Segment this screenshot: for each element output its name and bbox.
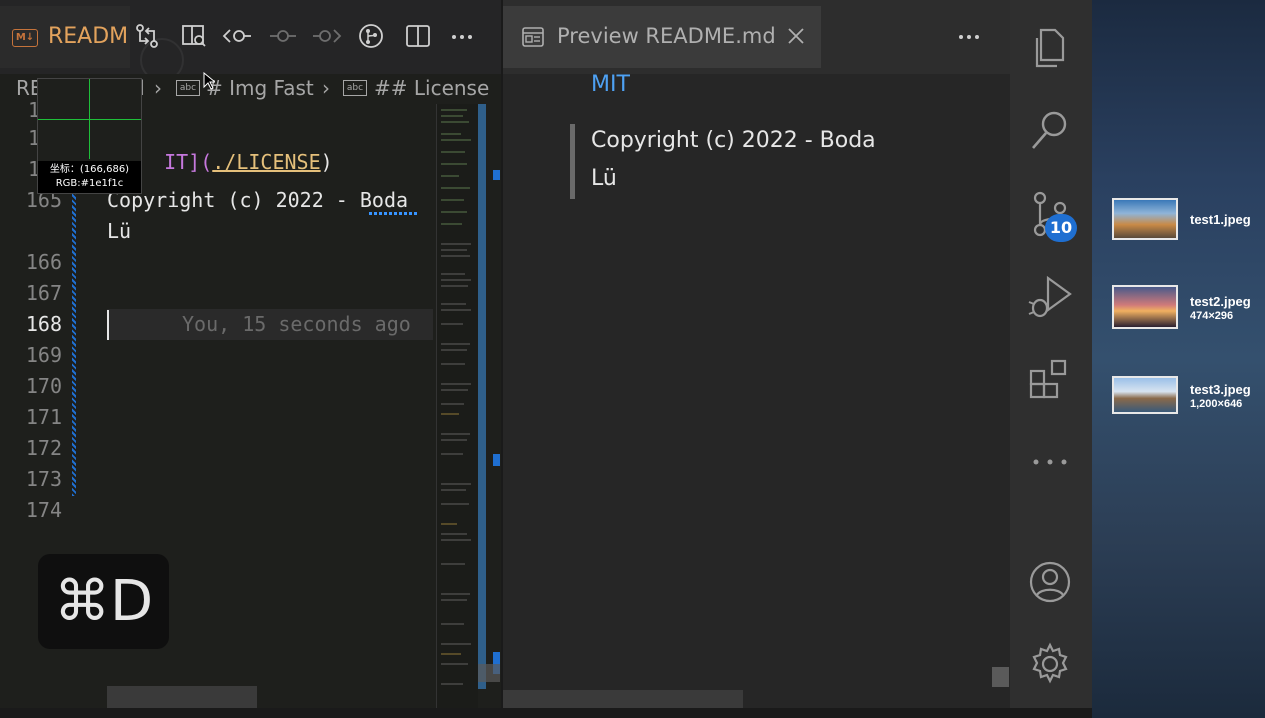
desktop-file-icon[interactable]	[1112, 376, 1178, 414]
line-number: 166	[25, 250, 62, 274]
split-editor-icon[interactable]	[404, 22, 432, 50]
shortcut-key: ⌘D	[53, 569, 154, 634]
code-line[interactable]: Copyright (c) 2022 - Boda	[107, 188, 408, 212]
line-number: 1	[27, 98, 40, 122]
chevron-right-icon: ›	[154, 76, 162, 100]
more-actions-icon[interactable]	[449, 22, 477, 50]
image-thumbnail	[1112, 285, 1178, 329]
preview-more-actions-icon[interactable]	[956, 26, 984, 46]
open-preview-side-icon[interactable]	[180, 22, 208, 50]
line-number: 172	[25, 436, 62, 460]
desktop-file-dimensions: 1,200×646	[1190, 398, 1243, 410]
image-thumbnail	[1112, 198, 1178, 240]
settings-icon[interactable]	[1028, 642, 1072, 686]
symbol-string-icon: abc	[176, 80, 200, 96]
code-text: Copyright (c) 2022 - Boda	[107, 188, 409, 212]
search-icon[interactable]	[1028, 106, 1072, 154]
preview-horizontal-scrollbar[interactable]	[503, 690, 743, 708]
code-link[interactable]: ./LICENSE	[212, 150, 320, 174]
desktop-file-dimensions: 474×296	[1190, 310, 1234, 322]
preview-tab-title: Preview README.md	[557, 24, 776, 48]
files-icon[interactable]	[1028, 26, 1072, 70]
editor-tab-title: READM	[48, 24, 129, 49]
text-cursor	[107, 310, 109, 340]
line-number: 1	[27, 157, 40, 181]
line-number: 169	[25, 343, 62, 367]
scm-badge: 10	[1045, 214, 1077, 242]
git-blame-annotation: You, 15 seconds ago	[182, 312, 411, 336]
desktop-file-name: test1.jpeg	[1190, 212, 1251, 227]
scroll-thumb[interactable]	[478, 664, 500, 682]
breadcrumb-section-license[interactable]: ## License	[374, 76, 489, 100]
desktop-file-name: test2.jpeg	[1190, 294, 1251, 309]
editor-horizontal-scrollbar[interactable]	[107, 686, 257, 708]
breadcrumb-section-img-fast[interactable]: # Img Fast	[206, 76, 314, 100]
code-paren: )	[320, 150, 333, 174]
code-line-license[interactable]: IT](./LICENSE)	[140, 126, 333, 174]
image-thumbnail	[1112, 376, 1178, 414]
more-icon[interactable]	[1030, 452, 1070, 472]
close-icon[interactable]	[786, 26, 806, 46]
line-number: 1	[27, 126, 40, 150]
color-picker-overlay: 坐标：(166,686) RGB:#1e1f1c	[37, 78, 142, 194]
desktop-file-icon[interactable]	[1112, 198, 1178, 240]
keyboard-shortcut-overlay: ⌘D	[38, 554, 169, 649]
status-bar	[0, 708, 1092, 718]
desktop-background	[1092, 0, 1265, 718]
desktop-file-name: test3.jpeg	[1190, 382, 1251, 397]
go-back-icon[interactable]	[222, 22, 252, 50]
line-number: 173	[25, 467, 62, 491]
editor-scrollbar[interactable]	[478, 104, 500, 708]
scroll-track-marker	[478, 104, 486, 689]
symbol-string-icon: abc	[343, 80, 367, 96]
code-bracket-text: IT](	[164, 150, 213, 174]
color-picker-coords: 坐标：(166,686)	[49, 164, 130, 175]
line-number: 174	[25, 498, 62, 522]
commit-icon[interactable]	[268, 22, 298, 50]
preview-icon	[522, 26, 544, 48]
preview-scroll-thumb[interactable]	[992, 667, 1009, 687]
code-line-wrap[interactable]: Lü	[107, 219, 131, 243]
mouse-pointer-icon	[203, 71, 217, 90]
blockquote-line: Lü	[591, 166, 617, 191]
run-debug-icon[interactable]	[1026, 272, 1074, 320]
scroll-change-marker	[493, 170, 500, 180]
desktop-file-icon[interactable]	[1112, 285, 1178, 329]
account-icon[interactable]	[1028, 560, 1072, 604]
preview-pane	[503, 0, 1010, 718]
go-forward-icon[interactable]	[312, 22, 342, 50]
extensions-icon[interactable]	[1028, 358, 1072, 402]
line-number-active: 168	[25, 312, 62, 336]
blockquote-bar	[570, 124, 575, 199]
color-picker-info: 坐标：(166,686) RGB:#1e1f1c	[38, 161, 141, 193]
blockquote-line: Copyright (c) 2022 - Boda	[591, 128, 876, 153]
magnifier-crosshair-h	[38, 119, 141, 120]
line-number: 167	[25, 281, 62, 305]
line-number: 171	[25, 405, 62, 429]
scroll-change-marker	[493, 454, 500, 466]
spellcheck-underline	[369, 212, 419, 215]
markdown-file-icon: M↓	[12, 29, 38, 47]
line-number: 170	[25, 374, 62, 398]
preview-heading-link[interactable]: MIT	[591, 72, 630, 97]
chevron-right-icon: ›	[322, 76, 330, 100]
gutter-change-indicator	[72, 190, 76, 496]
color-picker-rgb: RGB:#1e1f1c	[55, 178, 124, 189]
minimap[interactable]	[436, 104, 479, 708]
git-graph-icon[interactable]	[357, 22, 385, 50]
